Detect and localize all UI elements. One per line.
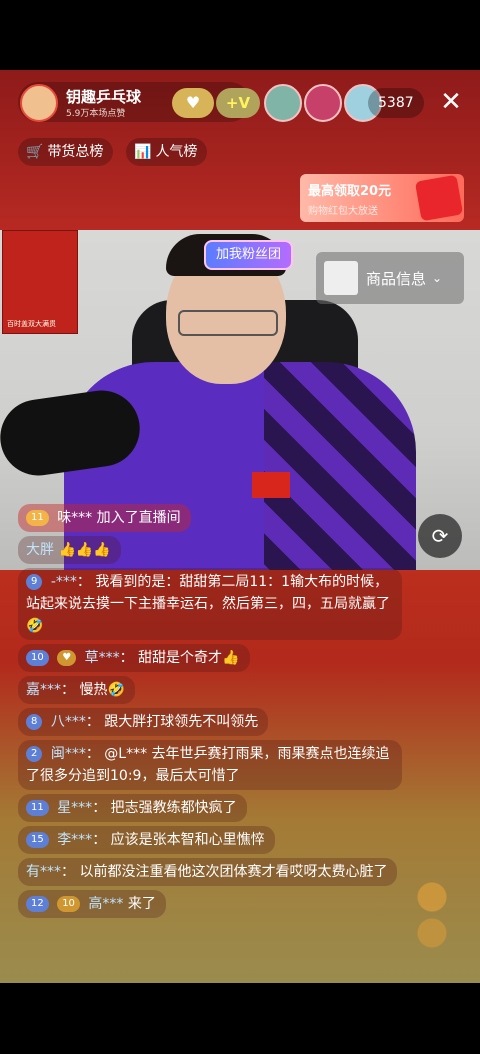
viewer-count[interactable]: 5387 <box>368 88 424 118</box>
list-item: 8 八***： 跟大胖打球领先不叫领先 <box>18 708 269 736</box>
follow-plus-button[interactable]: +V <box>216 88 260 118</box>
chat-text: 甜甜是个奇才👍 <box>138 650 240 666</box>
list-item: 15 李***： 应该是张本智和心里憔悴 <box>18 826 275 854</box>
rotate-screen-icon[interactable]: ⟳ <box>418 514 462 558</box>
chat-feed[interactable]: 11 味*** 加入了直播间 大胖 👍👍👍 9 -***： 我看到的是：甜甜第二… <box>18 504 418 922</box>
host-card[interactable]: 钥趣乒乓球 5.9万本场点赞 ♥ +V <box>18 82 260 122</box>
chat-text: 把志强教练都快疯了 <box>110 800 237 816</box>
join-fan-club-badge[interactable]: 加我粉丝团 <box>204 240 294 270</box>
chat-user[interactable]: 八*** <box>51 714 86 730</box>
chat-user[interactable]: 草*** <box>85 650 120 666</box>
level-badge: 8 <box>26 714 43 730</box>
chat-user[interactable]: 星*** <box>57 800 92 816</box>
fan-level-badge: 10 <box>57 896 80 912</box>
poster-text: 百时盖双大满贯 <box>7 320 56 328</box>
chat-user[interactable]: 味*** <box>57 510 92 526</box>
list-item: 有***： 以前都没注重看他这次团体赛才看哎呀太费心脏了 <box>18 858 398 886</box>
chat-user[interactable]: 闽*** <box>51 746 86 762</box>
bar-chart-icon: 📊 <box>134 144 152 160</box>
cart-icon: 🛒 <box>26 144 44 160</box>
product-info-button[interactable]: 商品信息 ⌄ <box>316 252 464 304</box>
flag-patch <box>252 472 290 498</box>
list-item: 10 ♥ 草***： 甜甜是个奇才👍 <box>18 644 250 672</box>
close-icon[interactable]: ✕ <box>436 84 466 120</box>
fan-heart-icon[interactable]: ♥ <box>172 88 214 118</box>
chat-user[interactable]: -*** <box>51 574 77 590</box>
sales-rank-label: 带货总榜 <box>47 144 104 160</box>
chat-text: 👍👍👍 <box>58 542 111 558</box>
level-badge: 9 <box>26 574 43 590</box>
promo-title: 最高领取20元 <box>308 184 392 199</box>
viewer-avatar-2[interactable] <box>304 84 342 122</box>
chevron-down-icon: ⌄ <box>432 271 443 285</box>
level-badge: 2 <box>26 746 43 762</box>
product-info-label: 商品信息 <box>366 269 427 288</box>
product-thumbnail <box>324 261 358 295</box>
chat-user[interactable]: 大胖 <box>26 542 54 558</box>
avatar[interactable] <box>20 84 58 122</box>
host-name: 钥趣乒乓球 <box>66 88 142 106</box>
red-packet-promo[interactable]: 最高领取20元 购物红包大放送 <box>300 174 464 222</box>
list-item: 12 10 高*** 来了 <box>18 890 166 918</box>
fan-level-badge: ♥ <box>57 650 77 666</box>
list-item: 大胖 👍👍👍 <box>18 536 121 564</box>
host-likes: 5.9万本场点赞 <box>66 109 126 119</box>
viewer-avatar-1[interactable] <box>264 84 302 122</box>
wall-poster: 百时盖双大满贯 <box>2 230 78 334</box>
list-item: 嘉***： 慢热🤣 <box>18 676 135 704</box>
chat-text: 来了 <box>127 896 156 912</box>
gift-decoration <box>414 870 450 960</box>
streamer-glasses <box>178 310 278 336</box>
list-item: 2 闽***： @L*** 去年世乒赛打雨果，雨果赛点也连续追了很多分追到10:… <box>18 740 402 790</box>
sales-rank-button[interactable]: 🛒 带货总榜 <box>18 138 114 166</box>
live-stream-screen: 百时盖双大满贯 加我粉丝团 商品信息 ⌄ ⟳ 钥趣乒乓球 5.9万本场点赞 ♥ … <box>0 70 480 983</box>
chat-user[interactable]: 嘉*** <box>26 682 61 698</box>
popularity-rank-button[interactable]: 📊 人气榜 <box>126 138 208 166</box>
chat-user[interactable]: 李*** <box>57 832 92 848</box>
popularity-rank-label: 人气榜 <box>155 144 198 160</box>
chat-text: 跟大胖打球领先不叫领先 <box>104 714 259 730</box>
chat-text: 我看到的是：甜甜第二局11：1输大布的时候，站起来说去摸一下主播幸运石，然后第三… <box>26 574 390 634</box>
promo-subtitle: 购物红包大放送 <box>308 206 378 217</box>
chat-text: 应该是张本智和心里憔悴 <box>110 832 265 848</box>
chat-text: 以前都没注重看他这次团体赛才看哎呀太费心脏了 <box>79 864 388 880</box>
level-badge: 11 <box>26 510 49 526</box>
chat-text: 加入了直播间 <box>96 510 181 526</box>
list-item: 9 -***： 我看到的是：甜甜第二局11：1输大布的时候，站起来说去摸一下主播… <box>18 568 402 640</box>
level-badge: 12 <box>26 896 49 912</box>
red-packet-icon <box>414 174 464 222</box>
chat-user[interactable]: 高*** <box>88 896 123 912</box>
level-badge: 10 <box>26 650 49 666</box>
list-item: 11 星***： 把志强教练都快疯了 <box>18 794 247 822</box>
chat-user[interactable]: 有*** <box>26 864 61 880</box>
list-item: 11 味*** 加入了直播间 <box>18 504 191 532</box>
level-badge: 11 <box>26 800 49 816</box>
level-badge: 15 <box>26 832 49 848</box>
chat-text: 慢热🤣 <box>79 682 125 698</box>
